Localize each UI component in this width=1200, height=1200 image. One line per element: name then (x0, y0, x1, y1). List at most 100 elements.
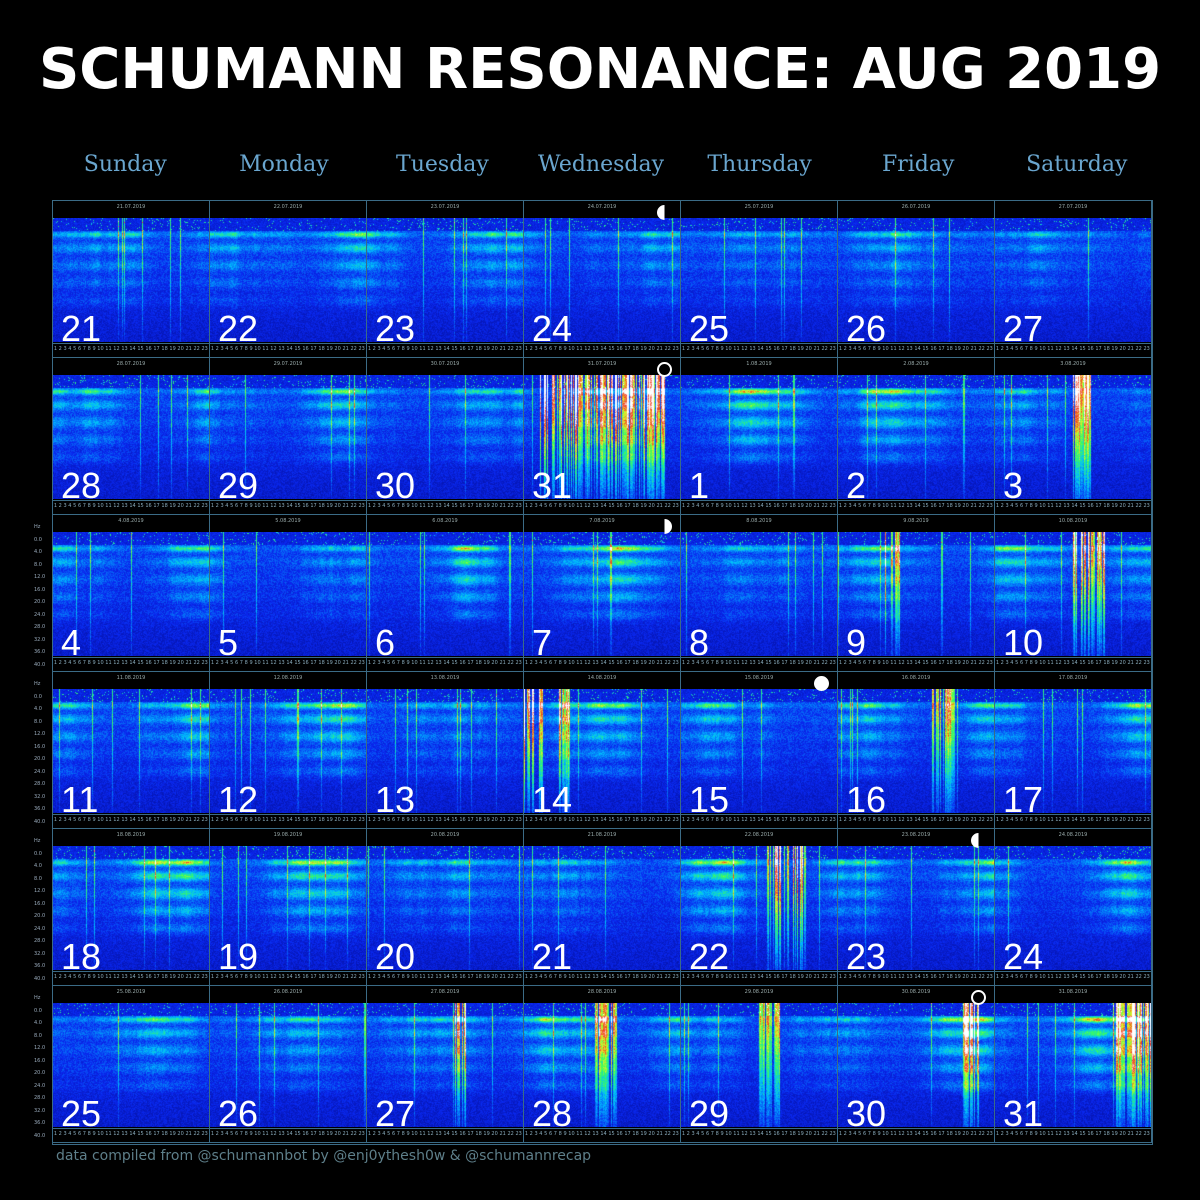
hour-tick: 14 (600, 1131, 607, 1137)
hour-tick: 11 (576, 1131, 583, 1137)
hour-tick: 18 (946, 817, 953, 823)
hour-tick: 12 (1055, 817, 1062, 823)
hour-tick: 12 (1055, 1131, 1062, 1137)
hour-tick: 14 (757, 346, 764, 352)
hour-tick: 14 (443, 503, 450, 509)
hour-tick: 22 (978, 1131, 985, 1137)
hour-tick: 17 (467, 346, 474, 352)
day-cell: 29.07.2019 1 2 3 4 5 6 7 8 9 10 11 12 13 14 15 16 17 18 19 2… (210, 358, 367, 515)
hour-tick: 15 (1079, 503, 1086, 509)
hour-tick: 7 (1024, 503, 1028, 509)
hour-tick: 23 (358, 817, 365, 823)
hour-tick: 1 (367, 974, 371, 980)
hour-tick: 19 (326, 346, 333, 352)
hour-tick: 14 (757, 660, 764, 666)
spectrogram-date: 29.08.2019 (744, 989, 774, 995)
hour-tick: 22 (821, 817, 828, 823)
hour-tick: 20 (962, 817, 969, 823)
hour-tick: 10 (254, 660, 261, 666)
spectrogram-date: 20.08.2019 (430, 832, 460, 838)
hour-tick: 8 (1029, 503, 1033, 509)
hour-tick: 13 (121, 1131, 128, 1137)
hour-tick: 1 (53, 974, 57, 980)
hour-tick: 14 (286, 346, 293, 352)
day-number: 8 (689, 622, 710, 663)
hour-tick: 21 (970, 346, 977, 352)
hour-tick: 22 (193, 817, 200, 823)
hour-tick: 13 (278, 346, 285, 352)
hour-tick: 18 (161, 346, 168, 352)
hour-tick: 22 (821, 660, 828, 666)
hour-tick: 19 (326, 817, 333, 823)
hour-tick: 17 (1095, 817, 1102, 823)
hour-tick: 13 (749, 974, 756, 980)
hour-tick: 22 (507, 660, 514, 666)
hour-tick: 22 (507, 974, 514, 980)
hour-tick: 19 (1111, 974, 1118, 980)
hour-tick: 18 (789, 817, 796, 823)
hour-tick: 13 (121, 817, 128, 823)
hour-tick: 16 (773, 660, 780, 666)
hour-tick: 1 (524, 660, 528, 666)
hour-tick: 15 (608, 346, 615, 352)
hour-tick: 13 (435, 817, 442, 823)
frequency-tick: 0.0 (34, 693, 42, 700)
hour-tick: 11 (262, 817, 269, 823)
hour-tick: 11 (105, 817, 112, 823)
hour-tick: 8 (558, 660, 562, 666)
hour-tick: 1 (995, 660, 999, 666)
hour-tick: 15 (451, 346, 458, 352)
hour-tick: 18 (475, 974, 482, 980)
hour-tick: 22 (1135, 1131, 1142, 1137)
day-cell: 26.07.2019 1 2 3 4 5 6 7 8 9 10 11 12 13 14 15 16 17 18 19 2… (838, 201, 995, 358)
hour-tick: 21 (813, 660, 820, 666)
day-number: 29 (689, 1093, 730, 1134)
hour-tick: 15 (294, 660, 301, 666)
hour-tick: 11 (890, 346, 897, 352)
hour-tick: 18 (789, 346, 796, 352)
day-cell: 22.08.2019 1 2 3 4 5 6 7 8 9 10 11 12 13 14 15 16 17 18 19 2… (681, 829, 838, 986)
hour-tick: 16 (1087, 346, 1094, 352)
hour-tick: 17 (624, 817, 631, 823)
hour-tick: 17 (781, 974, 788, 980)
hour-tick: 19 (954, 974, 961, 980)
hour-tick: 21 (342, 346, 349, 352)
hour-tick: 21 (499, 1131, 506, 1137)
hour-tick: 12 (1055, 660, 1062, 666)
hour-tick: 13 (749, 346, 756, 352)
hour-tick: 17 (153, 503, 160, 509)
hour-tick: 9 (877, 503, 881, 509)
hour-tick: 14 (914, 660, 921, 666)
day-number: 22 (689, 936, 730, 977)
hour-tick: 16 (616, 817, 623, 823)
frequency-tick: 32.0 (34, 1107, 46, 1114)
hour-tick: 15 (294, 974, 301, 980)
hour-tick: 16 (616, 1131, 623, 1137)
hour-tick: 12 (1055, 346, 1062, 352)
hour-tick: 15 (922, 974, 929, 980)
calendar-week: 21.07.2019 1 2 3 4 5 6 7 8 9 10 11 12 13 14 15 16 17 18 19 2… (53, 201, 1152, 358)
hour-tick: 12 (898, 503, 905, 509)
frequency-tick: 8.0 (34, 718, 42, 725)
frequency-tick: 28.0 (34, 1095, 46, 1101)
hour-tick: 18 (1103, 346, 1110, 352)
hour-tick: 17 (310, 1131, 317, 1137)
hour-tick: 15 (765, 660, 772, 666)
frequency-tick: 36.0 (34, 649, 46, 655)
hour-tick: 18 (632, 660, 639, 666)
frequency-tick: 28.0 (34, 624, 46, 630)
day-cell: 24.08.2019 1 2 3 4 5 6 7 8 9 10 11 12 13 14 15 16 17 18 19 2… (995, 829, 1152, 986)
hour-tick: 20 (491, 660, 498, 666)
hour-tick: 13 (121, 503, 128, 509)
hour-tick: 20 (491, 974, 498, 980)
hour-tick: 16 (145, 503, 152, 509)
hour-tick: 11 (419, 1131, 426, 1137)
hour-tick: 19 (640, 660, 647, 666)
hour-tick: 18 (632, 503, 639, 509)
hour-tick: 15 (608, 817, 615, 823)
spectrogram-date: 30.07.2019 (430, 361, 460, 367)
hour-tick: 17 (624, 660, 631, 666)
hour-tick: 23 (1143, 817, 1150, 823)
hour-tick: 14 (443, 974, 450, 980)
day-number: 30 (846, 1093, 887, 1134)
